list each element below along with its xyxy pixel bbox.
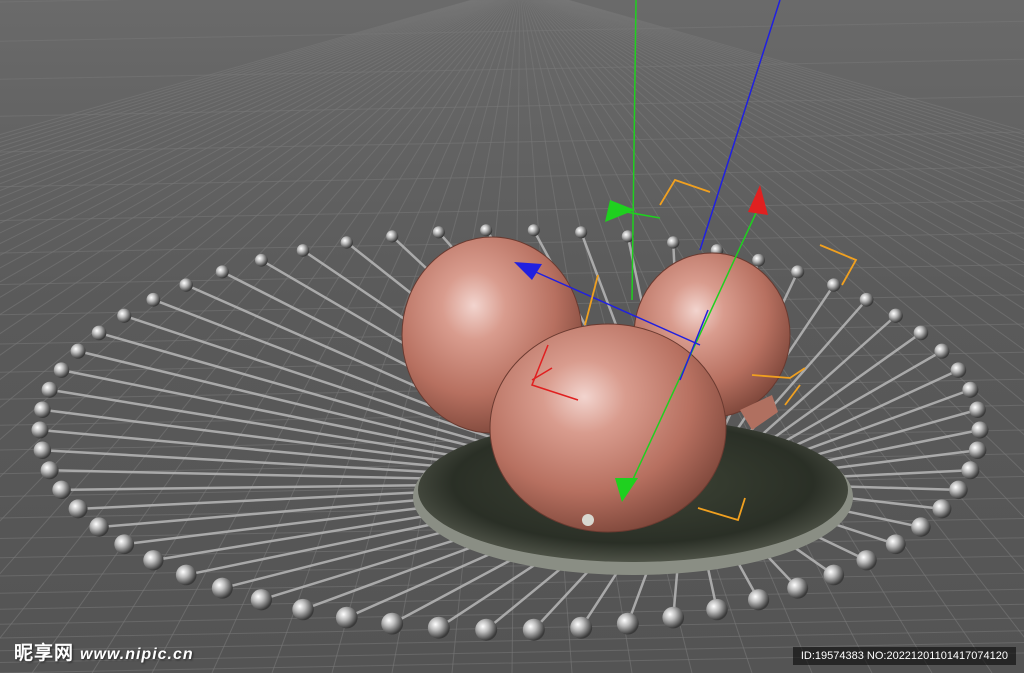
rod-ball [480, 224, 493, 237]
rod-ball [292, 598, 314, 621]
rod-ball [175, 564, 197, 586]
rod-ball [41, 381, 58, 398]
rod-ball [961, 461, 980, 480]
rod-ball [34, 401, 51, 419]
x-axis-handle [748, 185, 768, 215]
rod-ball [856, 550, 877, 571]
rod-ball [70, 343, 86, 359]
3d-viewport[interactable]: 昵享网 www.nipic.cn ID:19574383 NO:202212011… [0, 0, 1024, 673]
rod-ball [859, 292, 874, 307]
grid-line [0, 588, 1024, 610]
pomegranate-crown [582, 514, 594, 526]
rod-ball [747, 589, 770, 611]
rod-ball [570, 616, 593, 639]
rod-ball [381, 612, 404, 635]
rod-ball [706, 598, 728, 621]
rod-ball [827, 278, 841, 292]
rod-ball [91, 325, 107, 341]
rod-ball [143, 550, 164, 571]
rod-ball [968, 441, 987, 459]
rod-ball [888, 308, 903, 323]
rod-ball [250, 589, 273, 611]
rod-ball [475, 618, 498, 641]
rod-ball [913, 325, 929, 341]
rod-ball [911, 517, 931, 537]
rod-ball [823, 564, 845, 586]
rod-ball [575, 226, 588, 239]
rod-ball [255, 253, 268, 267]
rod-ball [949, 480, 968, 500]
rod-ball [33, 441, 52, 459]
rod-ball [211, 577, 233, 599]
grid-line [0, 20, 1024, 42]
rod-ball [117, 308, 132, 323]
rod-ball [969, 401, 986, 419]
rod-ball [52, 480, 71, 500]
rod-ball [527, 224, 540, 237]
metal-rod [42, 408, 481, 467]
viewport-scene[interactable] [0, 0, 1024, 673]
rod-ball [950, 362, 967, 378]
rod-ball [386, 230, 399, 243]
rod-ball [31, 421, 49, 439]
rod-ball [215, 265, 229, 279]
rod-ball [934, 343, 950, 359]
rod-ball [932, 499, 952, 519]
grid-line [0, 166, 1024, 188]
selection-corner [584, 274, 599, 326]
watermark-id: ID:19574383 NO:20221201101417074120 [792, 647, 1016, 665]
rod-ball [432, 226, 445, 239]
rod-ball [962, 381, 979, 398]
rod-ball [179, 278, 193, 292]
metal-rod [772, 368, 959, 457]
rod-ball [340, 236, 353, 249]
metal-rod [767, 350, 943, 453]
rod-ball [787, 577, 809, 599]
rod-ball [752, 253, 765, 267]
watermark-brand-text: 昵享网 [14, 642, 75, 664]
rod-ball [40, 461, 59, 480]
rod-ball [335, 606, 358, 629]
rod-ball [667, 236, 680, 249]
rod-ball [296, 244, 310, 257]
rod-ball [522, 618, 545, 641]
rod-ball [68, 499, 88, 519]
rod-ball [89, 517, 109, 537]
rod-ball [791, 265, 805, 279]
rod-ball [427, 616, 450, 639]
grid-line [0, 572, 1024, 594]
rod-ball [114, 534, 135, 555]
watermark-site: www.nipic.cn [80, 646, 194, 663]
rod-ball [146, 292, 161, 307]
rod-ball [662, 606, 685, 629]
rod-ball [616, 612, 639, 635]
selection-corner [819, 244, 858, 286]
watermark-brand: 昵享网 www.nipic.cn [14, 638, 194, 665]
rod-ball [885, 534, 906, 555]
rod-ball [971, 421, 989, 439]
rod-ball [53, 362, 70, 378]
